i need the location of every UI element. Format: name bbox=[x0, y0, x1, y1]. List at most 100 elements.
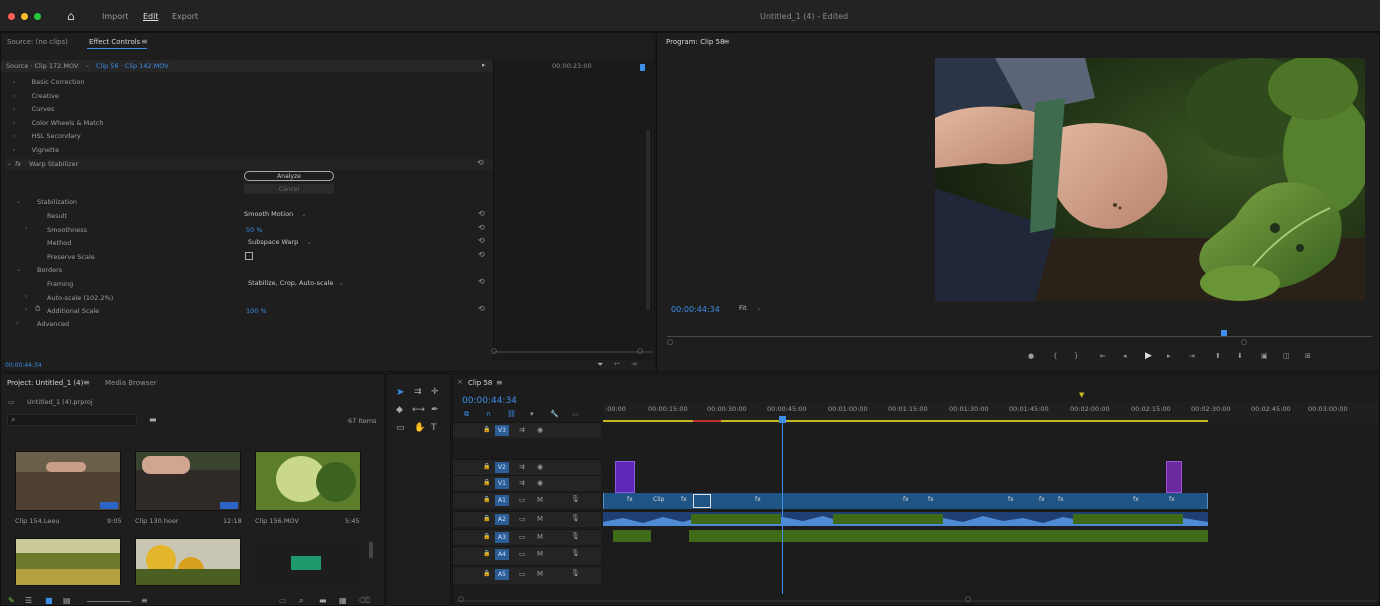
list-view-icon[interactable]: ☰ bbox=[25, 596, 32, 605]
project-scrollbar[interactable] bbox=[369, 542, 373, 558]
solo-icon[interactable]: M bbox=[537, 570, 543, 578]
warp-stabilizer-row[interactable]: ⌄ fx Warp Stabilizer ⟲ bbox=[6, 158, 493, 170]
panel-menu-icon[interactable]: ≡ bbox=[83, 378, 90, 387]
hand-tool-icon[interactable]: ✋ bbox=[414, 423, 425, 433]
track-header-a4[interactable]: 🔒 A4 ▭ M 🎙 bbox=[453, 546, 601, 564]
tab-media-browser[interactable]: Media Browser bbox=[105, 379, 157, 387]
add-marker-icon[interactable]: ▾ bbox=[530, 410, 534, 418]
reset-additional-icon[interactable]: ⟲ bbox=[478, 304, 485, 313]
section-curves[interactable]: › Curves bbox=[13, 105, 54, 113]
clip-thumbnail-1[interactable] bbox=[15, 451, 121, 511]
solo-icon[interactable]: M bbox=[537, 533, 543, 541]
zoom-bar[interactable] bbox=[493, 351, 653, 353]
mute-icon[interactable]: ▭ bbox=[519, 515, 526, 523]
clip-thumbnail-5[interactable] bbox=[135, 538, 241, 586]
fx-icon[interactable]: fx bbox=[15, 160, 21, 168]
go-to-out-icon[interactable]: ⇥ bbox=[1189, 352, 1195, 360]
export-icon[interactable]: ⇥ bbox=[631, 360, 637, 368]
track-target-toggle[interactable]: A2 bbox=[495, 514, 509, 525]
section-vignette[interactable]: › Vignette bbox=[13, 146, 59, 154]
step-back-icon[interactable]: ◂ bbox=[1123, 352, 1127, 360]
sync-lock-icon[interactable]: ⇉ bbox=[519, 463, 525, 471]
lock-icon[interactable]: 🔒 bbox=[483, 533, 490, 540]
panel-menu-icon[interactable]: ≡ bbox=[723, 37, 730, 46]
play-icon[interactable]: ▶ bbox=[1145, 351, 1152, 361]
section-color-wheels[interactable]: › Color Wheels & Match bbox=[13, 119, 103, 127]
track-target-toggle[interactable]: A3 bbox=[495, 532, 509, 543]
close-window-button[interactable] bbox=[8, 13, 15, 20]
panel-menu-icon[interactable]: ≡ bbox=[141, 37, 148, 46]
slip-tool-icon[interactable]: ⟷ bbox=[412, 405, 425, 415]
zoom-window-button[interactable] bbox=[34, 13, 41, 20]
snap-icon[interactable]: ∩ bbox=[486, 410, 491, 418]
adjustment-layer-clip[interactable] bbox=[615, 461, 635, 493]
track-header-v1[interactable]: 🔒 V1 ⇉ ◉ bbox=[453, 475, 601, 491]
additional-scale-value[interactable]: 100 % bbox=[246, 307, 267, 315]
audio-green-clip[interactable] bbox=[833, 514, 943, 524]
autoscale-label[interactable]: Auto-scale (102.2%) bbox=[47, 294, 113, 302]
effect-current-timecode[interactable]: 00:00:44:34 bbox=[5, 362, 42, 369]
solo-icon[interactable]: M bbox=[537, 515, 543, 523]
reset-framing-icon[interactable]: ⟲ bbox=[478, 277, 485, 286]
scrub-handle-left[interactable]: ○ bbox=[667, 338, 673, 346]
track-target-toggle[interactable]: V2 bbox=[495, 462, 509, 473]
lock-icon[interactable]: 🔒 bbox=[483, 496, 490, 503]
mic-icon[interactable]: 🎙 bbox=[571, 514, 580, 522]
wrench-icon[interactable]: 🔧 bbox=[550, 410, 559, 418]
section-creative[interactable]: › Creative bbox=[13, 92, 59, 100]
freeform-view-icon[interactable]: ▤ bbox=[63, 596, 71, 605]
mic-icon[interactable]: 🎙 bbox=[571, 549, 580, 557]
program-timecode[interactable]: 00:00:44:34 bbox=[671, 305, 720, 314]
reset-result-icon[interactable]: ⟲ bbox=[478, 209, 485, 218]
track-header-a2[interactable]: 🔒 A2 ▭ M 🎙 bbox=[453, 511, 601, 527]
new-bin-icon[interactable]: ▬ bbox=[149, 415, 157, 424]
video-frame[interactable] bbox=[935, 58, 1365, 301]
new-item-icon[interactable]: ▦ bbox=[339, 596, 347, 605]
solo-icon[interactable]: M bbox=[537, 496, 543, 504]
lift-icon[interactable]: ⬆ bbox=[1215, 352, 1221, 360]
track-header-a1[interactable]: 🔒 A1 ▭ M 🎙 bbox=[453, 492, 601, 508]
lock-icon[interactable]: 🔒 bbox=[483, 550, 490, 557]
captions-icon[interactable]: ▭ bbox=[572, 410, 579, 418]
ripple-icon[interactable]: ↩ bbox=[614, 360, 620, 368]
audio-green-clip[interactable] bbox=[1073, 514, 1183, 524]
selection-tool-icon[interactable]: ➤ bbox=[396, 387, 404, 398]
track-target-toggle[interactable]: V3 bbox=[495, 425, 509, 436]
framing-dropdown[interactable]: Stabilize, Crop, Auto-scale ⌄ bbox=[248, 279, 358, 290]
minimize-window-button[interactable] bbox=[21, 13, 28, 20]
solo-icon[interactable]: M bbox=[537, 550, 543, 558]
fit-dropdown[interactable]: Fit ⌄ bbox=[739, 304, 777, 315]
nest-icon[interactable]: ⧉ bbox=[464, 410, 469, 419]
go-to-in-icon[interactable]: ⇤ bbox=[1100, 352, 1106, 360]
preserve-scale-checkbox[interactable] bbox=[245, 252, 253, 260]
nav-edit[interactable]: Edit bbox=[143, 12, 159, 21]
close-tab-icon[interactable]: × bbox=[457, 378, 463, 386]
lock-icon[interactable]: 🔒 bbox=[483, 479, 490, 486]
track-target-toggle[interactable]: A1 bbox=[495, 495, 509, 506]
sequence-clip-label[interactable]: Clip 56 · Clip 142.MOV bbox=[96, 62, 169, 70]
comparison-view-icon[interactable]: ◫ bbox=[1283, 352, 1290, 360]
mute-icon[interactable]: ▭ bbox=[519, 533, 526, 541]
scroll-handle-right[interactable]: ○ bbox=[965, 595, 971, 603]
smoothness-value[interactable]: 50 % bbox=[246, 226, 263, 234]
icon-view-icon[interactable]: ■ bbox=[45, 596, 53, 605]
timeline-horizontal-scrollbar[interactable] bbox=[457, 600, 1377, 602]
zoom-handle-left[interactable]: ○ bbox=[491, 347, 497, 355]
stopwatch-icon[interactable]: ⏱ bbox=[35, 305, 40, 314]
tab-effect-controls[interactable]: Effect Controls bbox=[89, 38, 140, 46]
lock-icon[interactable]: 🔒 bbox=[483, 463, 490, 470]
reset-smoothness-icon[interactable]: ⟲ bbox=[478, 223, 485, 232]
borders-label[interactable]: Borders bbox=[37, 266, 62, 274]
project-search-input[interactable]: ⌕ bbox=[7, 414, 137, 426]
section-hsl-secondary[interactable]: › HSL Secondary bbox=[13, 132, 81, 140]
mic-icon[interactable]: 🎙 bbox=[571, 532, 580, 540]
nav-export[interactable]: Export bbox=[172, 12, 198, 21]
result-dropdown[interactable]: Smooth Motion ⌄ bbox=[244, 210, 334, 221]
playhead-marker[interactable] bbox=[640, 64, 645, 71]
marker-icon[interactable]: ▼ bbox=[1079, 391, 1084, 399]
track-header-a5[interactable]: 🔒 A5 ▭ M 🎙 bbox=[453, 566, 601, 584]
camera-icon[interactable]: ▣ bbox=[1261, 352, 1268, 360]
program-playhead[interactable] bbox=[1221, 330, 1227, 336]
tab-source[interactable]: Source: (no clips) bbox=[7, 38, 68, 46]
ripple-edit-icon[interactable]: ✛ bbox=[431, 387, 439, 397]
